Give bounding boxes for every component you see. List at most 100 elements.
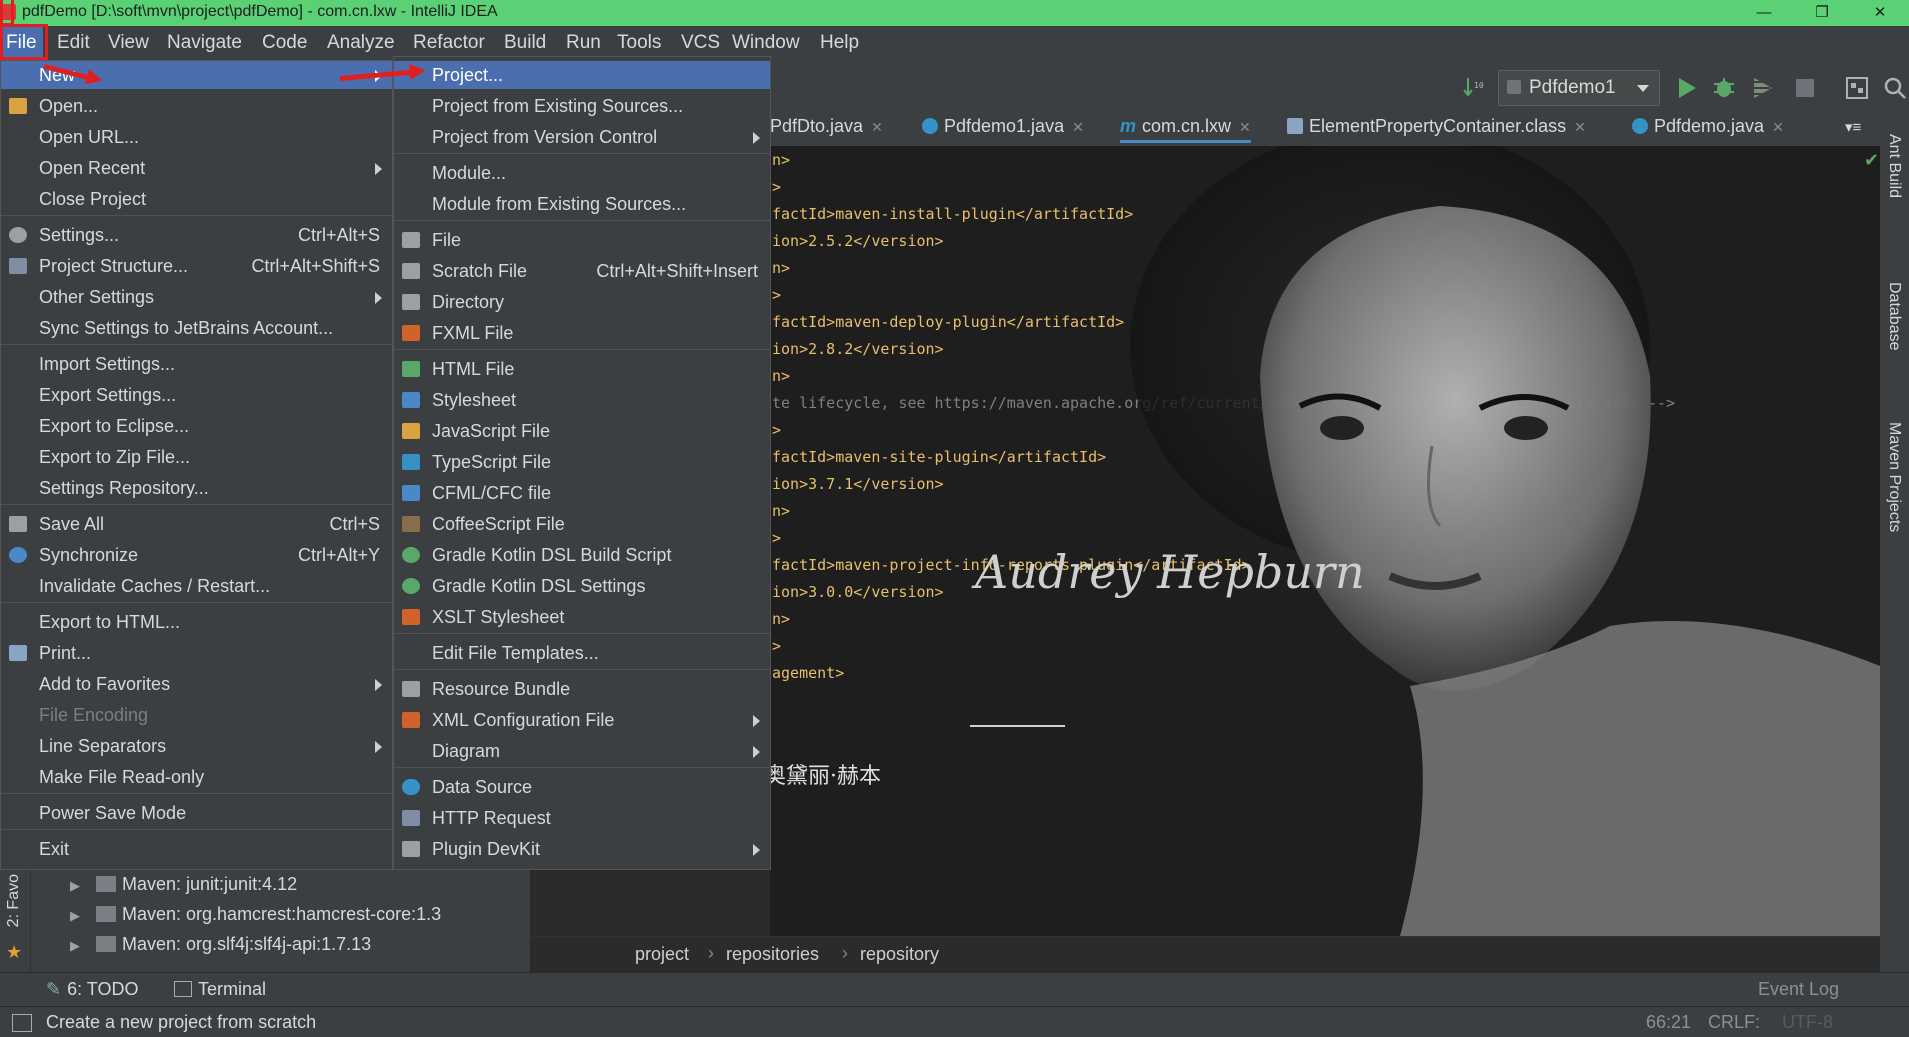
tool-windows-toggle-icon[interactable] — [12, 1014, 32, 1032]
tab-pdfdemo[interactable]: Pdfdemo.java ✕ — [1632, 116, 1784, 137]
menu-navigate[interactable]: Navigate — [167, 32, 242, 54]
menu-item-coffeescript-file[interactable]: CoffeeScript File — [394, 510, 770, 538]
todo-tab[interactable]: ✎ 6: TODO — [46, 979, 138, 1000]
menu-item-new[interactable]: New — [1, 61, 392, 89]
menu-item-gradle-kotlin-build[interactable]: Gradle Kotlin DSL Build Script — [394, 541, 770, 569]
tree-row[interactable]: ▶ Maven: org.slf4j:slf4j-api:1.7.13 — [70, 934, 371, 955]
menu-item-power-save-mode[interactable]: Power Save Mode — [1, 799, 392, 827]
terminal-tab[interactable]: Terminal — [174, 979, 266, 1000]
maven-projects-tab[interactable]: Maven Projects — [1885, 422, 1903, 532]
project-structure-icon[interactable] — [1845, 76, 1869, 100]
menu-item-edit-file-templates[interactable]: Edit File Templates... — [394, 639, 770, 667]
event-log-tab[interactable]: Event Log — [1758, 979, 1839, 1000]
coverage-icon[interactable] — [1751, 76, 1775, 100]
menu-run[interactable]: Run — [566, 32, 601, 54]
menu-item-diagram[interactable]: Diagram — [394, 737, 770, 765]
menu-item-module-from-existing[interactable]: Module from Existing Sources... — [394, 190, 770, 218]
menu-item-exit[interactable]: Exit — [1, 835, 392, 863]
menu-item-open-url[interactable]: Open URL... — [1, 123, 392, 151]
menu-item-import-settings[interactable]: Import Settings... — [1, 350, 392, 378]
breadcrumb-item[interactable]: repository — [860, 944, 939, 965]
menu-item-stylesheet[interactable]: Stylesheet — [394, 386, 770, 414]
menu-item-invalidate-caches[interactable]: Invalidate Caches / Restart... — [1, 572, 392, 600]
menu-item-project-structure[interactable]: Project Structure... Ctrl+Alt+Shift+S — [1, 252, 392, 280]
menu-item-export-settings[interactable]: Export Settings... — [1, 381, 392, 409]
tree-row[interactable]: ▶ Maven: org.hamcrest:hamcrest-core:1.3 — [70, 904, 441, 925]
menu-vcs[interactable]: VCS — [681, 32, 720, 54]
menu-item-synchronize[interactable]: Synchronize Ctrl+Alt+Y — [1, 541, 392, 569]
menu-item-javascript-file[interactable]: JavaScript File — [394, 417, 770, 445]
menu-item-export-to-eclipse[interactable]: Export to Eclipse... — [1, 412, 392, 440]
menu-item-add-to-favorites[interactable]: Add to Favorites — [1, 670, 392, 698]
close-icon[interactable]: ✕ — [1239, 119, 1251, 135]
menu-item-html-file[interactable]: HTML File — [394, 355, 770, 383]
close-icon[interactable]: ✕ — [1072, 119, 1084, 135]
menu-item-open-recent[interactable]: Open Recent — [1, 154, 392, 182]
menu-code[interactable]: Code — [262, 32, 307, 54]
tab-com-cn-lxw[interactable]: m com.cn.lxw ✕ — [1120, 116, 1251, 143]
minimize-button[interactable]: — — [1735, 0, 1793, 26]
menu-item-sync-settings[interactable]: Sync Settings to JetBrains Account... — [1, 314, 392, 342]
menu-item-make-read-only[interactable]: Make File Read-only — [1, 763, 392, 791]
search-icon[interactable] — [1883, 76, 1907, 100]
menu-item-directory[interactable]: Directory — [394, 288, 770, 316]
stop-icon[interactable] — [1796, 79, 1814, 97]
menu-item-data-source[interactable]: Data Source — [394, 773, 770, 801]
tab-list-icon[interactable]: ▾≡ — [1845, 118, 1861, 136]
ant-build-tab[interactable]: Ant Build — [1885, 134, 1903, 198]
menu-item-settings-repository[interactable]: Settings Repository... — [1, 474, 392, 502]
run-configuration-select[interactable]: Pdfdemo1 — [1498, 70, 1660, 106]
caret-position[interactable]: 66:21 — [1646, 1012, 1691, 1033]
menu-item-other-settings[interactable]: Other Settings — [1, 283, 392, 311]
menu-build[interactable]: Build — [504, 32, 546, 54]
menu-window[interactable]: Window — [732, 32, 800, 54]
menu-item-typescript-file[interactable]: TypeScript File — [394, 448, 770, 476]
menu-item-open[interactable]: Open... — [1, 92, 392, 120]
menu-item-fxml-file[interactable]: FXML File — [394, 319, 770, 347]
close-icon[interactable]: ✕ — [871, 119, 883, 135]
tab-pdfdto[interactable]: PdfDto.java ✕ — [770, 116, 883, 137]
breadcrumb-item[interactable]: project — [635, 944, 689, 965]
menu-item-file[interactable]: File — [394, 226, 770, 254]
close-icon[interactable]: ✕ — [1772, 119, 1784, 135]
menu-item-cfml-file[interactable]: CFML/CFC file — [394, 479, 770, 507]
vcs-update-icon[interactable]: 10 — [1462, 76, 1484, 100]
expand-arrow-icon[interactable]: ▶ — [70, 878, 80, 893]
menu-refactor[interactable]: Refactor — [413, 32, 485, 54]
menu-item-scratch-file[interactable]: Scratch File Ctrl+Alt+Shift+Insert — [394, 257, 770, 285]
menu-item-http-request[interactable]: HTTP Request — [394, 804, 770, 832]
menu-item-xslt-stylesheet[interactable]: XSLT Stylesheet — [394, 603, 770, 631]
expand-arrow-icon[interactable]: ▶ — [70, 938, 80, 953]
menu-analyze[interactable]: Analyze — [327, 32, 395, 54]
menu-edit[interactable]: Edit — [57, 32, 90, 54]
menu-item-close-project[interactable]: Close Project — [1, 185, 392, 213]
expand-arrow-icon[interactable]: ▶ — [70, 908, 80, 923]
tab-elementpropertycontainer[interactable]: ElementPropertyContainer.class ✕ — [1287, 116, 1586, 137]
menu-item-project-from-existing[interactable]: Project from Existing Sources... — [394, 92, 770, 120]
menu-help[interactable]: Help — [820, 32, 859, 54]
line-separator-indicator[interactable]: CRLF: — [1708, 1012, 1760, 1033]
menu-item-export-to-zip[interactable]: Export to Zip File... — [1, 443, 392, 471]
menu-item-print[interactable]: Print... — [1, 639, 392, 667]
tab-pdfdemo1[interactable]: Pdfdemo1.java ✕ — [922, 116, 1084, 137]
menu-tools[interactable]: Tools — [617, 32, 661, 54]
menu-item-resource-bundle[interactable]: Resource Bundle — [394, 675, 770, 703]
run-icon[interactable] — [1676, 76, 1698, 100]
database-tab[interactable]: Database — [1885, 282, 1903, 351]
menu-item-project-from-vcs[interactable]: Project from Version Control — [394, 123, 770, 151]
close-icon[interactable]: ✕ — [1574, 119, 1586, 135]
maximize-button[interactable]: ❐ — [1793, 0, 1851, 26]
debug-icon[interactable] — [1712, 76, 1736, 100]
menu-view[interactable]: View — [108, 32, 149, 54]
close-window-button[interactable]: ✕ — [1851, 0, 1909, 26]
favorites-tab[interactable]: 2: Favo — [5, 874, 23, 927]
breadcrumb-item[interactable]: repositories — [726, 944, 819, 965]
encoding-indicator[interactable]: UTF-8 — [1782, 1012, 1833, 1033]
menu-item-plugin-devkit[interactable]: Plugin DevKit — [394, 835, 770, 863]
menu-item-settings[interactable]: Settings... Ctrl+Alt+S — [1, 221, 392, 249]
menu-item-save-all[interactable]: Save All Ctrl+S — [1, 510, 392, 538]
menu-item-module[interactable]: Module... — [394, 159, 770, 187]
menu-item-xml-configuration[interactable]: XML Configuration File — [394, 706, 770, 734]
tree-row[interactable]: ▶ Maven: junit:junit:4.12 — [70, 874, 297, 895]
menu-item-project[interactable]: Project... — [394, 61, 770, 89]
